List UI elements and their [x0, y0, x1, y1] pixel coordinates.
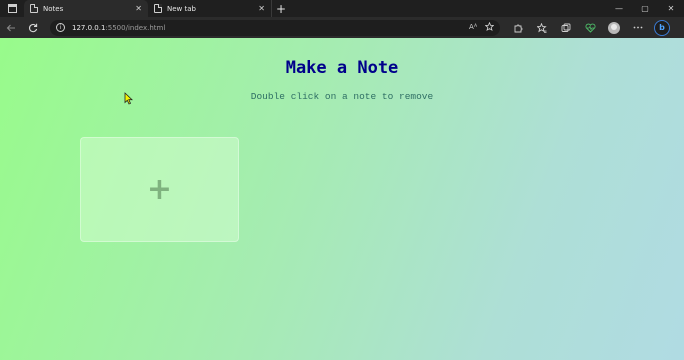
address-bar-actions: AA	[469, 21, 500, 33]
minimize-button[interactable]: —	[606, 0, 632, 17]
page-viewport: Make a Note Double click on a note to re…	[0, 38, 684, 360]
bing-copilot-icon: b	[654, 19, 670, 36]
read-aloud-icon[interactable]: AA	[469, 22, 479, 33]
browser-titlebar: Notes ✕ New tab ✕ + — ▢ ✕	[0, 0, 684, 17]
page-icon	[30, 4, 38, 13]
close-tab-icon[interactable]: ✕	[135, 4, 142, 13]
add-note-button[interactable]: +	[80, 137, 239, 242]
window-controls: — ▢ ✕	[606, 0, 684, 17]
page-subtitle: Double click on a note to remove	[250, 91, 434, 102]
tab-new-tab[interactable]: New tab ✕	[148, 0, 272, 17]
info-icon[interactable]: i	[56, 23, 65, 32]
back-icon[interactable]	[0, 17, 22, 38]
toolbar-icons: b	[508, 18, 672, 38]
profile-avatar[interactable]	[604, 18, 624, 38]
url-host: 127.0.0.1	[72, 23, 106, 32]
page-title: Make a Note	[285, 58, 399, 78]
close-window-button[interactable]: ✕	[658, 0, 684, 17]
url-path: :5500/index.html	[105, 23, 166, 32]
tab-label: Notes	[43, 4, 64, 13]
refresh-icon[interactable]	[22, 17, 44, 38]
bing-icon[interactable]: b	[652, 18, 672, 38]
address-bar[interactable]: i 127.0.0.1:5500/index.html AA	[50, 19, 500, 36]
maximize-button[interactable]: ▢	[632, 0, 658, 17]
favorites-icon[interactable]	[532, 18, 552, 38]
page-icon	[154, 4, 162, 13]
tab-actions-icon[interactable]	[0, 0, 24, 17]
avatar	[608, 21, 620, 34]
svg-text:A: A	[474, 23, 478, 29]
more-icon[interactable]	[628, 18, 648, 38]
browser-toolbar: i 127.0.0.1:5500/index.html AA b	[0, 17, 684, 38]
favorite-icon[interactable]	[484, 21, 495, 33]
browser-essentials-icon[interactable]	[580, 18, 600, 38]
collections-icon[interactable]	[556, 18, 576, 38]
tab-notes[interactable]: Notes ✕	[24, 0, 148, 17]
extensions-icon[interactable]	[508, 18, 528, 38]
mouse-cursor-icon	[124, 92, 133, 105]
plus-icon: +	[146, 171, 173, 207]
new-tab-button[interactable]: +	[272, 0, 290, 17]
tab-label: New tab	[167, 4, 196, 13]
close-tab-icon[interactable]: ✕	[258, 4, 265, 13]
